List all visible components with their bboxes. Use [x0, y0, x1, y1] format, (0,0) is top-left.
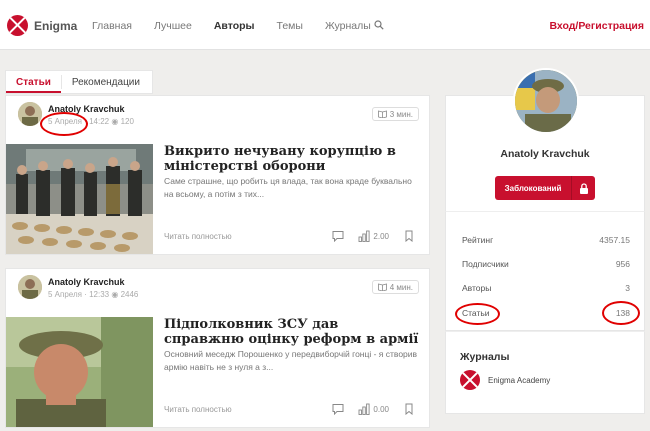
stat-authors: Авторы 3	[462, 283, 630, 293]
stat-label[interactable]: Подписчики	[462, 259, 509, 269]
read-more-link[interactable]: Читать полностью	[164, 405, 232, 414]
bookmark-icon[interactable]	[403, 403, 415, 415]
article-excerpt: Саме страшне, що робить ця влада, так во…	[164, 176, 412, 199]
top-header: Enigma Главная Лучшее Авторы Темы Журнал…	[0, 0, 650, 50]
rating-bars-icon[interactable]	[358, 403, 370, 415]
nav-item-home[interactable]: Главная	[92, 20, 132, 32]
article-actions: 0.00	[318, 403, 415, 415]
stat-label: Рейтинг	[462, 235, 494, 245]
article-rating: 0.00	[373, 404, 389, 414]
read-time: 4 мин.	[389, 282, 413, 292]
profile-avatar	[513, 68, 579, 134]
stat-value: 956	[615, 259, 630, 269]
nav-item-best[interactable]: Лучшее	[154, 20, 192, 32]
search-icon[interactable]	[374, 20, 384, 30]
article-thumbnail[interactable]	[6, 317, 153, 427]
stat-rating: Рейтинг 4357.15	[462, 235, 630, 245]
comment-icon[interactable]	[332, 403, 344, 415]
nav-item-authors[interactable]: Авторы	[214, 20, 255, 32]
article-time: 12:33	[89, 290, 110, 299]
article-date: 5 Апреля	[48, 290, 82, 299]
article-views: 120	[120, 117, 134, 126]
article-actions: 2.00	[318, 230, 415, 242]
rating-bars-icon[interactable]	[358, 230, 370, 242]
enigma-logo-icon	[7, 15, 28, 36]
eye-icon: ◉	[111, 290, 121, 299]
logo-text: Enigma	[34, 18, 78, 33]
article-title[interactable]: Підполковник ЗСУ дав справжню оцінку реф…	[164, 317, 419, 347]
article-views: 2446	[120, 290, 139, 299]
content-tabs: Статьи Рекомендации	[5, 70, 153, 94]
site-logo[interactable]: Enigma	[7, 15, 77, 36]
annotation-circle-date	[40, 112, 88, 136]
stat-subscribers: Подписчики 956	[462, 259, 630, 269]
journal-name: Enigma Academy	[488, 375, 551, 385]
eye-icon: ◉	[111, 117, 121, 126]
article-card: Anatoly Kravchuk 5 Апреля · 12:33 ◉ 2446…	[5, 268, 430, 428]
author-name[interactable]: Anatoly Kravchuk	[48, 277, 125, 287]
author-avatar[interactable]	[18, 102, 42, 126]
annotation-circle-articles-count	[602, 301, 640, 325]
blocked-label: Заблокований	[504, 183, 562, 193]
article-excerpt: Основний меседж Порошенко у передвиборчі…	[164, 349, 418, 372]
read-time: 3 мин.	[389, 109, 413, 119]
tab-recommendations[interactable]: Рекомендации	[62, 71, 150, 93]
login-register-link[interactable]: Вход/Регистрация	[549, 20, 644, 32]
read-time-badge: 3 мин.	[371, 107, 419, 121]
stat-value: 3	[625, 283, 630, 293]
nav-item-journals[interactable]: Журналы	[325, 20, 371, 32]
blocked-button[interactable]: Заблокований	[495, 176, 595, 200]
comment-icon[interactable]	[332, 230, 344, 242]
journals-heading: Журналы	[460, 351, 510, 363]
journal-item[interactable]: Enigma Academy	[460, 370, 550, 390]
bookmark-icon[interactable]	[403, 230, 415, 242]
article-time: 14:22	[89, 117, 110, 126]
enigma-logo-icon	[460, 370, 480, 390]
book-icon	[377, 110, 387, 118]
book-icon	[377, 283, 387, 291]
author-avatar[interactable]	[18, 275, 42, 299]
article-thumbnail[interactable]	[6, 144, 153, 254]
article-rating: 2.00	[373, 231, 389, 241]
main-nav: Главная Лучшее Авторы Темы Журналы	[92, 20, 393, 32]
annotation-circle-articles-label	[455, 303, 500, 325]
lock-icon	[571, 176, 595, 200]
profile-name: Anatoly Kravchuk	[500, 148, 590, 160]
nav-item-topics[interactable]: Темы	[277, 20, 303, 32]
read-time-badge: 4 мин.	[371, 280, 419, 294]
tab-articles[interactable]: Статьи	[6, 71, 61, 93]
article-title[interactable]: Викрито нечувану корупцію в міністерстві…	[164, 144, 419, 174]
stat-value: 4357.15	[599, 235, 630, 245]
article-meta: 5 Апреля · 12:33 ◉ 2446	[48, 290, 138, 299]
read-more-link[interactable]: Читать полностью	[164, 232, 232, 241]
stat-label[interactable]: Авторы	[462, 283, 491, 293]
